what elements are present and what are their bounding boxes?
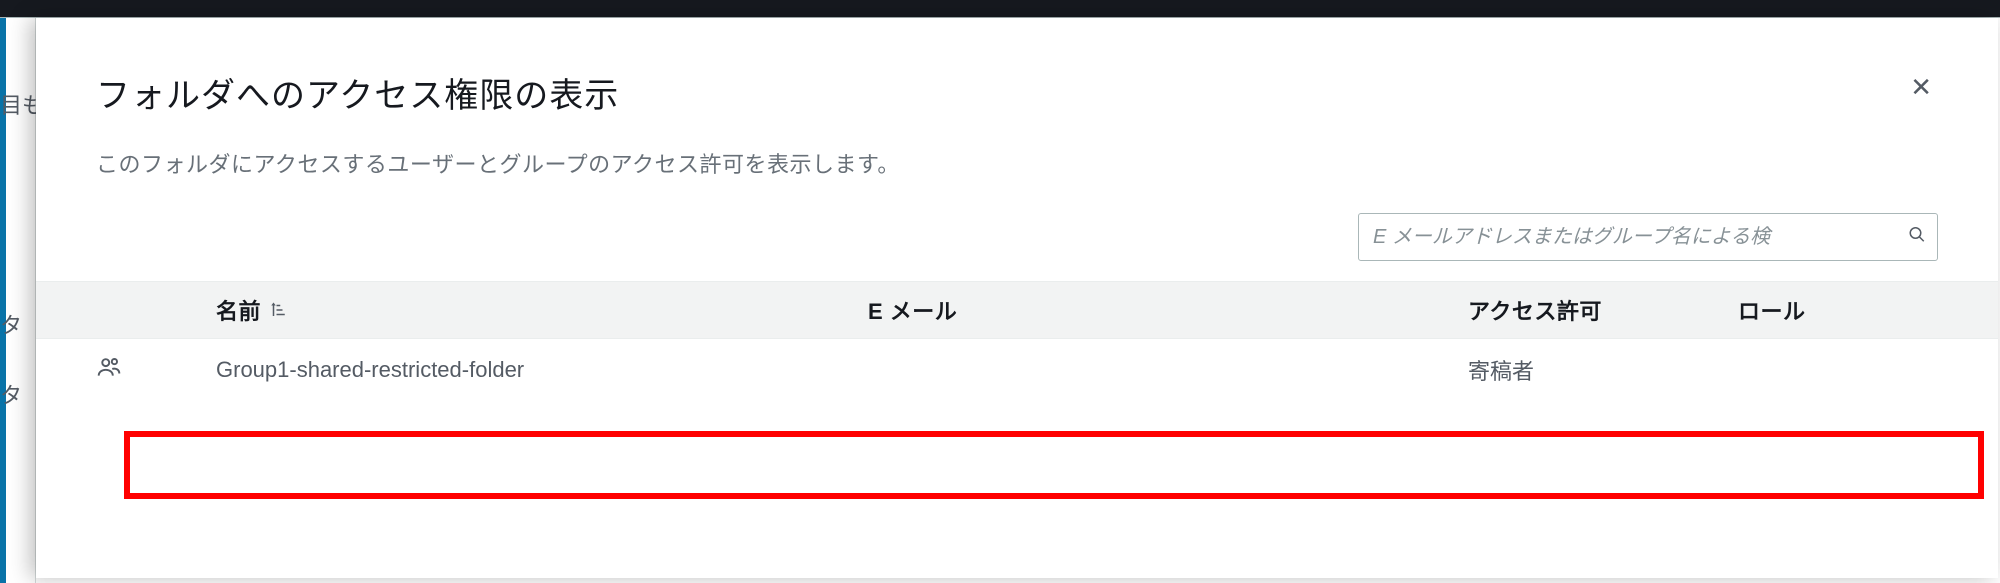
background-text: タ bbox=[0, 378, 36, 410]
column-header-access[interactable]: アクセス許可 bbox=[1468, 294, 1738, 326]
row-name-cell: Group1-shared-restricted-folder bbox=[216, 357, 868, 383]
row-icon-cell bbox=[96, 354, 216, 386]
access-permissions-modal: フォルダへのアクセス権限の表示 ✕ このフォルダにアクセスするユーザーとグループ… bbox=[36, 18, 1998, 578]
search-input-wrap bbox=[1358, 213, 1938, 261]
background-text: 目も bbox=[0, 88, 36, 120]
column-header-role[interactable]: ロール bbox=[1738, 294, 1938, 326]
column-header-name[interactable]: 名前 bbox=[216, 294, 868, 326]
table-header-row: 名前 E メール アクセス許可 ロール bbox=[36, 281, 1998, 339]
search-row bbox=[36, 179, 1998, 281]
sort-ascending-icon bbox=[269, 301, 287, 319]
modal-subtitle: このフォルダにアクセスするユーザーとグループのアクセス許可を表示します。 bbox=[36, 117, 1998, 179]
column-role-label: ロール bbox=[1738, 299, 1806, 324]
column-email-label: E メール bbox=[868, 299, 957, 324]
close-button[interactable]: ✕ bbox=[1904, 68, 1938, 106]
background-text: タ bbox=[0, 308, 36, 340]
column-access-label: アクセス許可 bbox=[1468, 299, 1602, 324]
modal-title: フォルダへのアクセス権限の表示 bbox=[96, 68, 619, 117]
modal-header: フォルダへのアクセス権限の表示 ✕ bbox=[36, 68, 1998, 117]
search-input[interactable] bbox=[1358, 213, 1938, 261]
close-icon: ✕ bbox=[1910, 72, 1932, 102]
top-app-bar bbox=[0, 0, 2000, 18]
column-name-label: 名前 bbox=[216, 294, 261, 326]
row-access-cell: 寄稿者 bbox=[1468, 354, 1738, 386]
group-icon bbox=[96, 360, 122, 385]
table-row[interactable]: Group1-shared-restricted-folder 寄稿者 bbox=[36, 339, 1998, 399]
background-panel: 目も タ タ bbox=[0, 18, 36, 583]
annotation-highlight-box bbox=[124, 431, 1984, 499]
column-header-email[interactable]: E メール bbox=[868, 294, 1468, 326]
